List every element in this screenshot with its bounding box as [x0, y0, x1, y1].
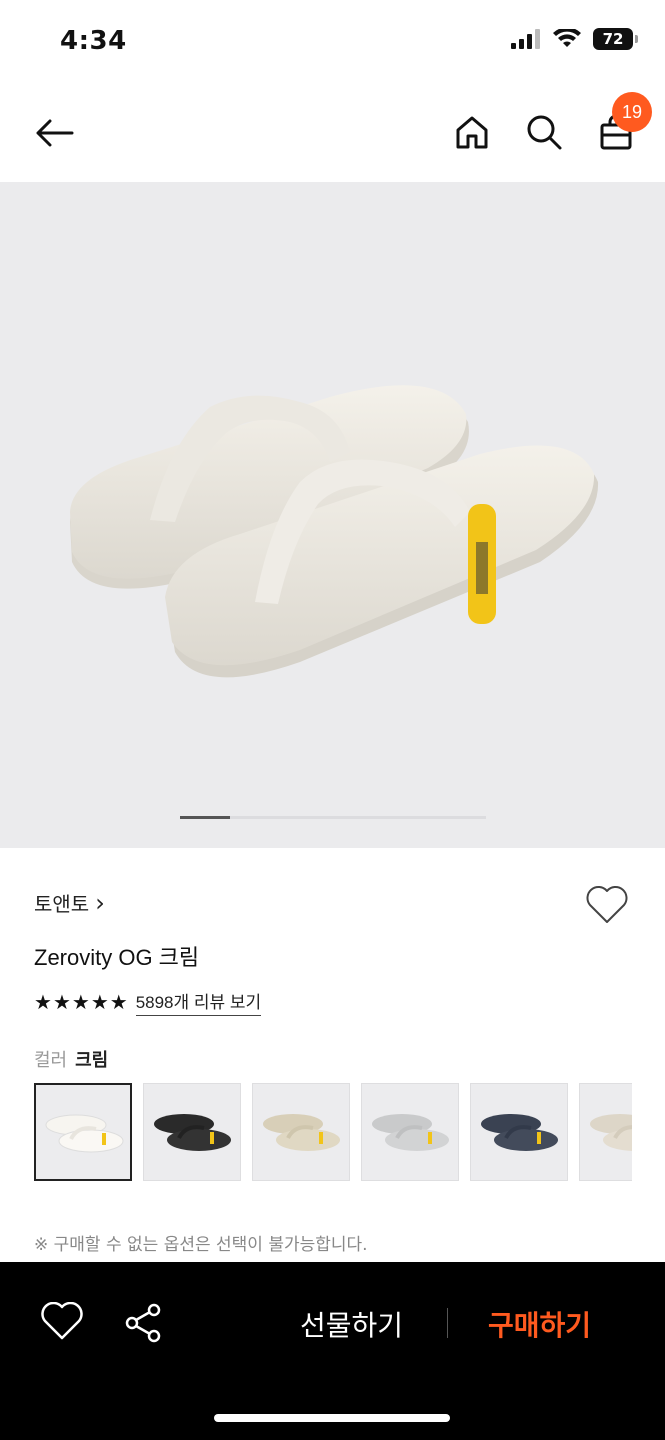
color-swatch-list: [34, 1083, 632, 1183]
status-bar: 4:34 72: [0, 0, 665, 84]
rating-stars: ★ ★ ★ ★ ★: [34, 991, 128, 1013]
color-option-label: 컬러 크림: [34, 1046, 108, 1072]
signal-icon: [511, 29, 540, 49]
wifi-icon: [553, 29, 581, 47]
color-label: 컬러: [34, 1050, 68, 1071]
wishlist-button[interactable]: [582, 880, 632, 930]
sandal-thumb: [154, 1114, 231, 1151]
share-button[interactable]: [122, 1302, 164, 1344]
sandal-thumb: [263, 1114, 340, 1151]
swatch-cream[interactable]: [34, 1083, 132, 1181]
option-notice: ※ 구매할 수 없는 옵션은 선택이 불가능합니다.: [34, 1235, 368, 1255]
bottom-action-bar: 선물하기 구매하기: [0, 1262, 665, 1440]
star-icon: ★: [34, 990, 52, 1014]
star-icon: ★: [90, 990, 109, 1014]
search-button[interactable]: [520, 108, 568, 156]
sandal-thumb: [590, 1114, 632, 1151]
swatch-gray[interactable]: [361, 1083, 459, 1181]
swatch-beige[interactable]: [252, 1083, 350, 1181]
product-name: Zerovity OG 크림: [34, 945, 200, 970]
image-pager-active: [180, 816, 230, 819]
cart-count-badge: 19: [612, 92, 652, 132]
rating-row: ★ ★ ★ ★ ★ 5898개 리뷰 보기: [34, 988, 262, 1016]
home-icon: [456, 116, 488, 149]
image-pager: [180, 816, 486, 819]
sandal-thumb: [45, 1114, 124, 1153]
back-button[interactable]: [28, 110, 80, 156]
star-icon: ★: [109, 990, 128, 1014]
product-image: [70, 385, 599, 678]
swatch-sand[interactable]: [579, 1083, 632, 1181]
brand-name: 토앤토: [34, 892, 90, 916]
home-button[interactable]: [448, 108, 496, 156]
heart-icon: [41, 1301, 83, 1340]
swatch-navy[interactable]: [470, 1083, 568, 1181]
sandal-thumb: [372, 1114, 449, 1151]
share-icon: [125, 1303, 161, 1343]
battery-icon: 72: [593, 28, 638, 50]
home-indicator: [214, 1414, 450, 1422]
color-value: 크림: [75, 1050, 109, 1071]
chevron-right-icon: ›: [95, 888, 105, 917]
star-icon: ★: [52, 990, 71, 1014]
like-button[interactable]: [40, 1301, 84, 1342]
sandal-thumb: [481, 1114, 558, 1151]
product-image-carousel[interactable]: [0, 182, 665, 848]
gift-button[interactable]: 선물하기: [300, 1304, 403, 1344]
reviews-link[interactable]: 5898개 리뷰 보기: [135, 988, 262, 1016]
status-icons: 72: [511, 28, 638, 50]
divider: [447, 1308, 448, 1338]
buy-button[interactable]: 구매하기: [488, 1304, 591, 1344]
battery-level: 72: [602, 30, 624, 48]
top-nav: 19: [0, 84, 665, 182]
search-icon: [527, 115, 562, 150]
star-icon: ★: [71, 990, 90, 1014]
brand-link[interactable]: 토앤토 ›: [34, 888, 105, 917]
back-arrow-icon: [36, 119, 74, 147]
status-time: 4:34: [60, 26, 127, 56]
heart-icon: [586, 886, 628, 923]
swatch-black[interactable]: [143, 1083, 241, 1181]
